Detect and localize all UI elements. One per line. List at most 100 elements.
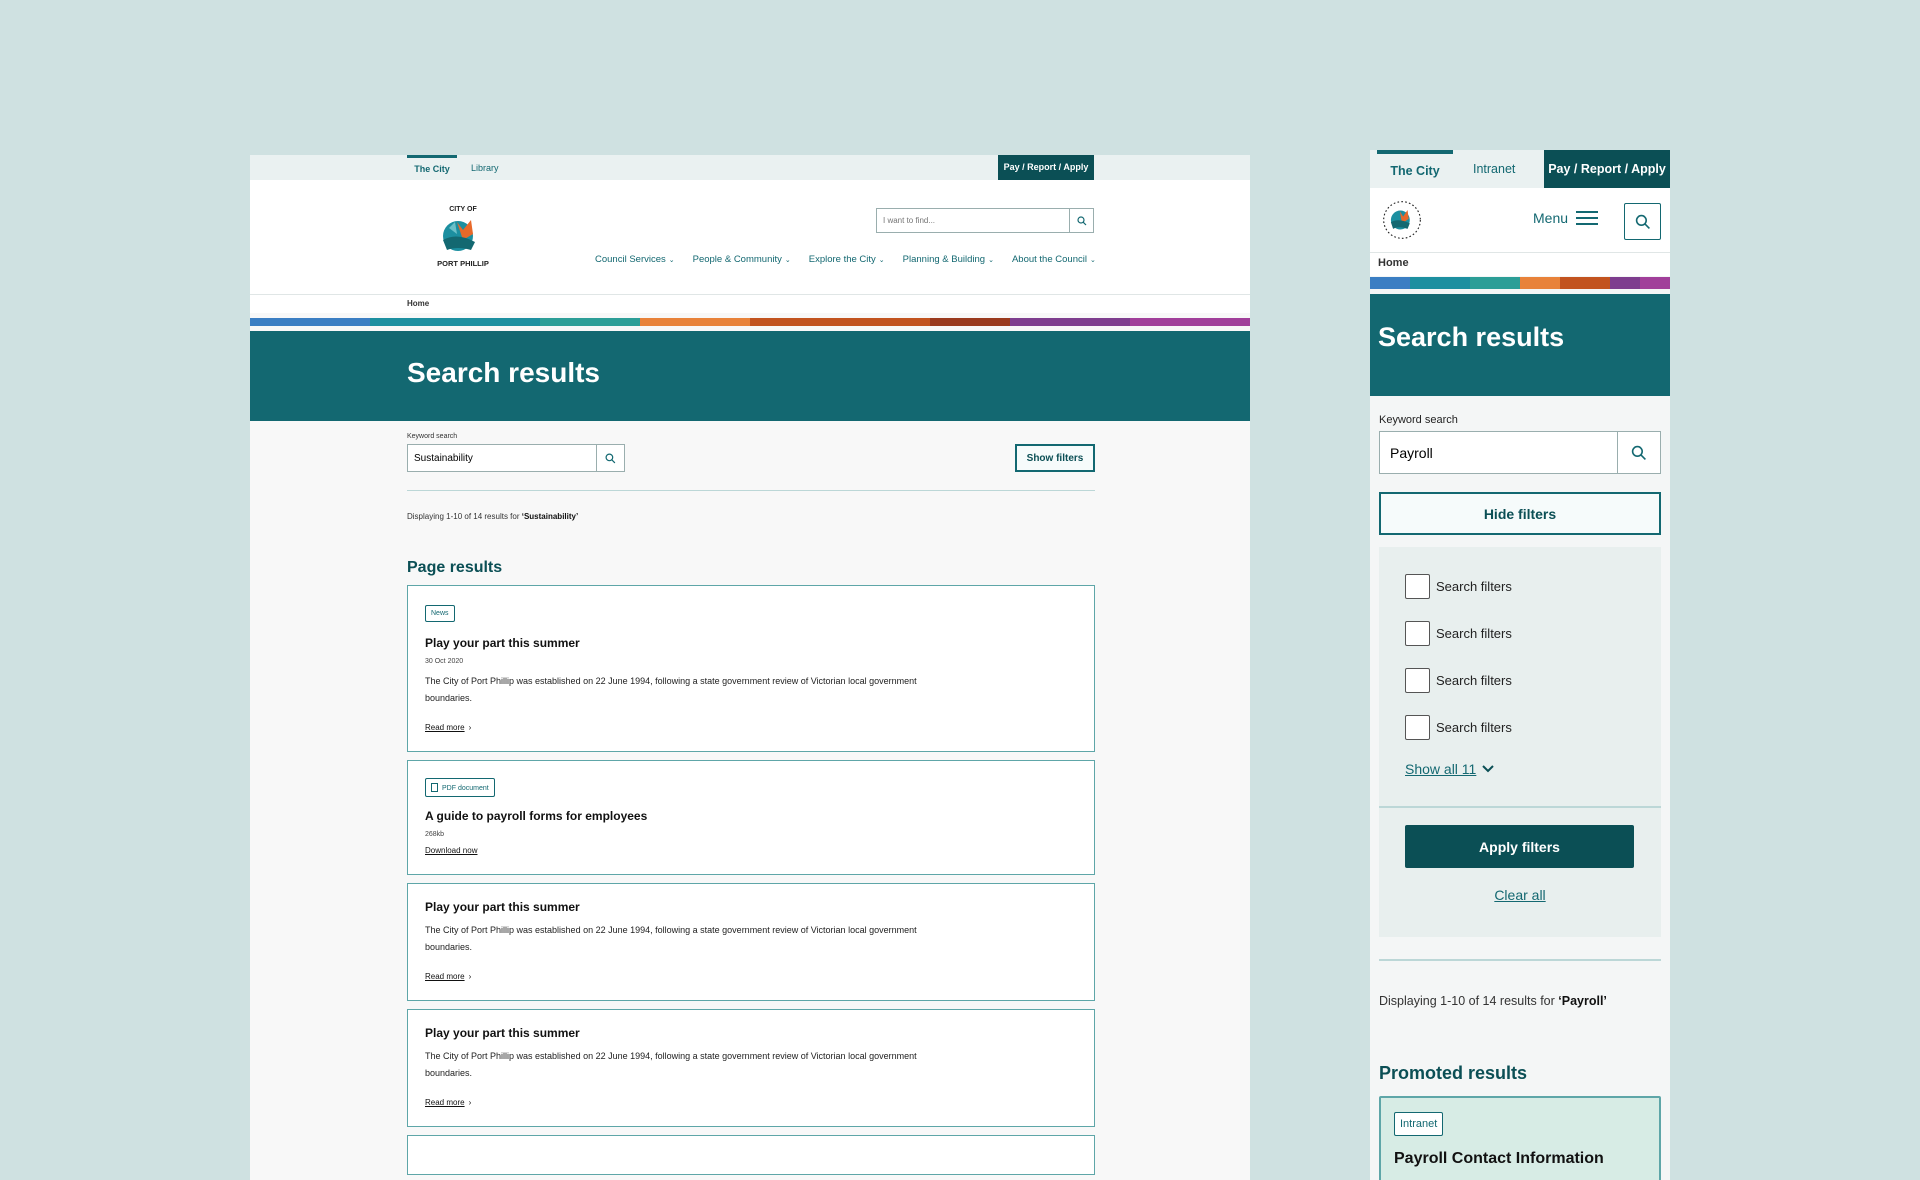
result-card[interactable]: Play your part this summer The City of P… xyxy=(407,1009,1095,1127)
keyword-search-input[interactable] xyxy=(1380,432,1610,473)
result-type-badge: PDF document xyxy=(425,778,495,797)
result-type-badge: Intranet xyxy=(1394,1112,1444,1136)
filter-checkbox[interactable] xyxy=(1405,668,1430,693)
pdf-icon xyxy=(431,783,438,792)
utility-bar: The City Intranet Pay / Report / Apply xyxy=(1370,150,1670,188)
divider xyxy=(407,490,1095,491)
city-of-port-phillip-logo[interactable]: CITY OF PORT PHILLIP xyxy=(427,200,499,272)
keyword-search xyxy=(407,444,625,472)
city-of-port-phillip-logo[interactable] xyxy=(1382,200,1422,240)
read-more-label: Read more xyxy=(425,723,465,732)
result-title[interactable]: Play your part this summer xyxy=(425,1026,1077,1040)
page-banner: Search results xyxy=(250,331,1250,421)
decorative-stripe xyxy=(1370,277,1670,289)
keyword-search-input[interactable] xyxy=(408,445,596,471)
pay-report-apply-button[interactable]: Pay / Report / Apply xyxy=(998,155,1094,180)
filter-option[interactable]: Search filters xyxy=(1405,563,1635,610)
header-search-button[interactable] xyxy=(1069,209,1093,232)
nav-label: People & Community xyxy=(692,254,782,265)
menu-button[interactable]: Menu xyxy=(1533,210,1599,226)
nav-label: About the Council xyxy=(1011,254,1087,265)
search-icon xyxy=(1076,215,1086,225)
result-body: The City of Port Phillip was established… xyxy=(425,676,917,703)
result-title[interactable]: A guide to payroll forms for employees xyxy=(425,809,1077,823)
nav-label: Planning & Building xyxy=(902,254,986,265)
apply-filters-button[interactable]: Apply filters xyxy=(1405,825,1634,868)
filter-checkbox[interactable] xyxy=(1405,574,1430,599)
decorative-stripe xyxy=(250,318,1250,326)
desktop-frame: The City Library Pay / Report / Apply CI… xyxy=(250,155,1250,1180)
result-card[interactable]: News Play your part this summer 30 Oct 2… xyxy=(407,585,1095,752)
menu-label: Menu xyxy=(1533,210,1569,226)
page-title: Search results xyxy=(407,357,600,388)
mobile-frame: The City Intranet Pay / Report / Apply M… xyxy=(1370,150,1670,1180)
chevron-right-icon: › xyxy=(468,972,472,981)
tab-intranet[interactable]: Intranet xyxy=(1473,150,1515,188)
nav-people-community[interactable]: People & Community ⌄ xyxy=(693,254,791,265)
results-count: Displaying 1-10 of 14 results for ‘Susta… xyxy=(407,512,1250,521)
nav-about-the-council[interactable]: About the Council ⌄ xyxy=(1012,254,1096,265)
filter-label: Search filters xyxy=(1436,673,1512,688)
filter-panel: Search filters Search filters Search fil… xyxy=(1379,547,1661,937)
chevron-down-icon: ⌄ xyxy=(668,257,675,264)
main-content: Keyword search Hide filters Search filte… xyxy=(1370,414,1670,1180)
chevron-right-icon: › xyxy=(468,1098,472,1107)
divider xyxy=(1379,806,1661,808)
promoted-result-card[interactable]: Intranet Payroll Contact Information xyxy=(1379,1096,1661,1180)
search-button[interactable] xyxy=(1624,203,1661,240)
result-card[interactable]: Play your part this summer The City of P… xyxy=(407,883,1095,1001)
filter-option[interactable]: Search filters xyxy=(1405,657,1635,704)
section-heading: Page results xyxy=(407,559,503,576)
breadcrumb-home[interactable]: Home xyxy=(407,299,429,308)
filter-label: Search filters xyxy=(1436,626,1512,641)
nav-explore-the-city[interactable]: Explore the City ⌄ xyxy=(809,254,885,265)
keyword-search-button[interactable] xyxy=(1617,432,1660,473)
chevron-down-icon: ⌄ xyxy=(988,257,994,264)
result-title[interactable]: Play your part this summer xyxy=(425,900,1077,914)
nav-planning-building[interactable]: Planning & Building ⌄ xyxy=(903,254,994,265)
result-card[interactable] xyxy=(407,1135,1095,1175)
header-search xyxy=(876,208,1094,233)
show-filters-button[interactable]: Show filters xyxy=(1015,444,1095,472)
results-count-text: Displaying 1-10 of 14 results for xyxy=(1379,994,1559,1008)
nav-label: Council Services xyxy=(595,254,666,265)
results-count-term: ‘Sustainability’ xyxy=(521,512,579,521)
chevron-down-icon: ⌄ xyxy=(1089,257,1096,264)
download-now-link[interactable]: Download now xyxy=(425,846,477,855)
read-more-link[interactable]: Read more › xyxy=(425,723,471,732)
read-more-link[interactable]: Read more › xyxy=(425,972,471,981)
hide-filters-button[interactable]: Hide filters xyxy=(1379,492,1661,535)
header-search-input[interactable] xyxy=(877,209,1067,232)
nav-council-services[interactable]: Council Services ⌄ xyxy=(595,254,675,265)
filter-label: Search filters xyxy=(1436,579,1512,594)
filter-option[interactable]: Search filters xyxy=(1405,610,1635,657)
read-more-link[interactable]: Read more › xyxy=(425,1098,471,1107)
result-body: The City of Port Phillip was established… xyxy=(425,1051,917,1078)
clear-all-link[interactable]: Clear all xyxy=(1379,887,1661,903)
page-banner: Search results xyxy=(1370,294,1670,396)
result-card[interactable]: PDF document A guide to payroll forms fo… xyxy=(407,760,1095,875)
result-title[interactable]: Payroll Contact Information xyxy=(1394,1150,1646,1168)
show-all-filters-link[interactable]: Show all 11 xyxy=(1405,761,1635,777)
svg-text:PORT PHILLIP: PORT PHILLIP xyxy=(437,259,489,268)
search-icon xyxy=(1635,214,1650,229)
results-count-term: ‘Payroll’ xyxy=(1558,994,1607,1008)
nav-label: Explore the City xyxy=(808,254,876,265)
breadcrumb-home[interactable]: Home xyxy=(1378,257,1409,269)
main-content: Keyword search Show filters Displaying 1… xyxy=(250,433,1250,1175)
filter-checkbox[interactable] xyxy=(1405,715,1430,740)
result-title[interactable]: Play your part this summer xyxy=(425,636,1077,650)
filter-checkbox[interactable] xyxy=(1405,621,1430,646)
pay-report-apply-button[interactable]: Pay / Report / Apply xyxy=(1544,150,1670,188)
site-header: Menu xyxy=(1370,188,1670,252)
result-date: 30 Oct 2020 xyxy=(425,658,464,665)
page-title: Search results xyxy=(1378,322,1565,352)
chevron-right-icon: › xyxy=(468,723,472,732)
keyword-search-button[interactable] xyxy=(596,445,624,471)
tab-library[interactable]: Library xyxy=(471,155,499,180)
tab-the-city[interactable]: The City xyxy=(407,155,457,180)
keyword-search xyxy=(1379,431,1661,474)
search-icon xyxy=(1631,445,1646,460)
filter-option[interactable]: Search filters xyxy=(1405,704,1635,751)
tab-the-city[interactable]: The City xyxy=(1377,150,1453,188)
